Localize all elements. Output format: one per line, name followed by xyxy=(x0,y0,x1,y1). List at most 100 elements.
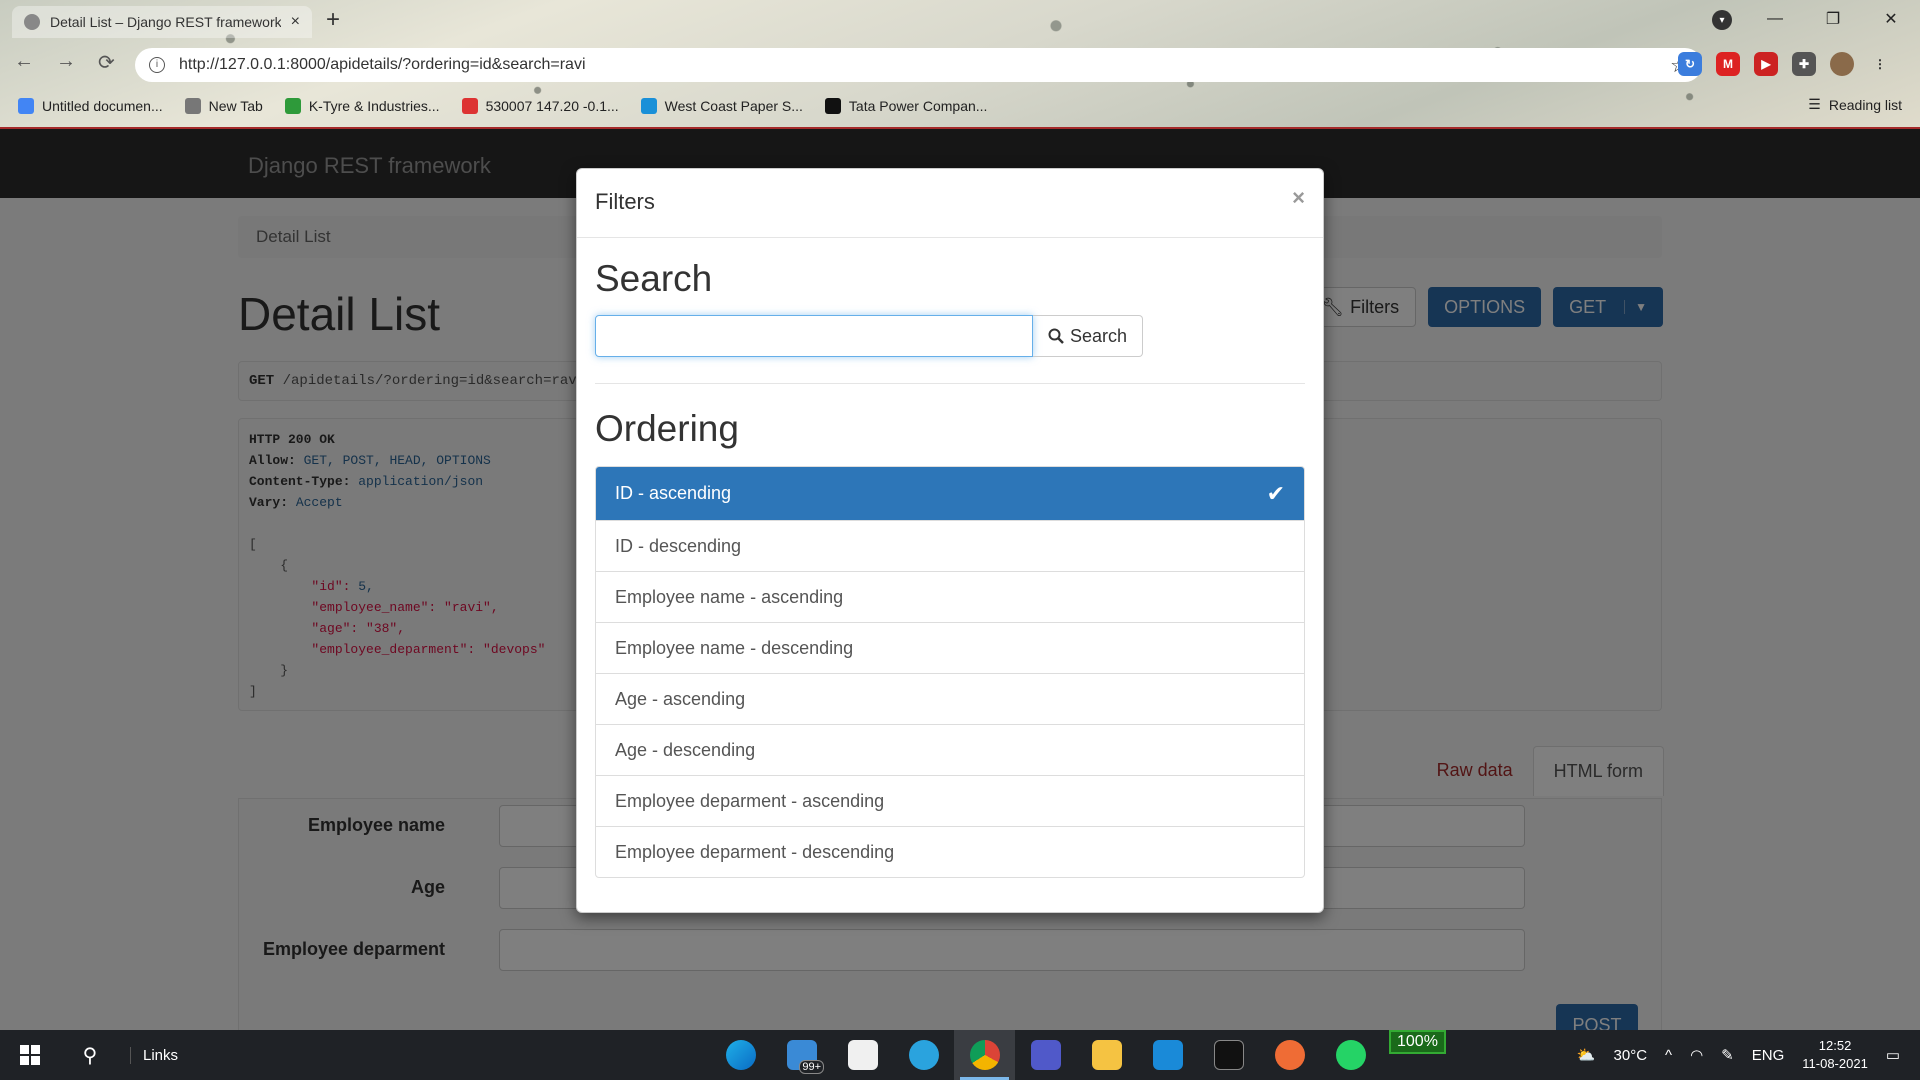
search-button-label: Search xyxy=(1069,325,1128,346)
modal-header: Filters xyxy=(577,169,1323,238)
sync-extension-icon[interactable]: ↻ xyxy=(1678,52,1702,76)
bookmark-item[interactable]: Untitled documen... xyxy=(18,98,163,114)
close-window-button[interactable]: ✕ xyxy=(1862,0,1920,38)
nav-buttons: ← → ⟳ xyxy=(14,50,115,75)
clock[interactable]: 12:52 11-08-2021 xyxy=(1802,1037,1868,1073)
mail-badge: 99+ xyxy=(799,1060,824,1074)
forward-button[interactable]: → xyxy=(56,50,76,75)
search-form: Search xyxy=(595,315,1305,357)
ordering-option-label: Age - descending xyxy=(615,739,756,760)
weather-icon[interactable]: ⛅ xyxy=(1577,1046,1596,1064)
terminal-icon[interactable] xyxy=(1198,1030,1259,1080)
bookmark-item[interactable]: West Coast Paper S... xyxy=(640,98,803,114)
network-icon[interactable]: ◠ xyxy=(1690,1046,1703,1064)
ordering-option[interactable]: Employee deparment - descending xyxy=(596,826,1304,877)
bookmark-favicon-icon xyxy=(461,98,478,114)
address-bar[interactable]: i http://127.0.0.1:8000/apidetails/?orde… xyxy=(135,48,1702,82)
new-tab-button[interactable]: + xyxy=(326,6,340,34)
ordering-option[interactable]: ID - descending xyxy=(596,520,1304,571)
bookmark-item[interactable]: 530007 147.20 -0.1... xyxy=(461,98,619,114)
vscode-icon[interactable] xyxy=(1137,1030,1198,1080)
ordering-option-label: Employee name - descending xyxy=(615,637,854,658)
search-icon xyxy=(1048,328,1064,344)
windows-taskbar: ⚲ Links 99+ 100% ⛅ 30°C ^ ◠ ✎ ENG 12:52 … xyxy=(0,1030,1920,1080)
ordering-option[interactable]: ID - ascending ✔ xyxy=(596,467,1304,520)
divider xyxy=(595,383,1305,384)
ordering-option[interactable]: Employee name - descending xyxy=(596,622,1304,673)
ordering-option-label: Employee deparment - descending xyxy=(615,841,895,862)
windows-logo-icon xyxy=(20,1045,40,1065)
chrome-icon[interactable] xyxy=(954,1030,1015,1080)
system-tray: ⛅ 30°C ^ ◠ ✎ ENG 12:52 11-08-2021 ▭ xyxy=(1577,1030,1920,1080)
reading-list-icon: ☰ xyxy=(1808,96,1821,112)
mail-icon[interactable]: 99+ xyxy=(771,1030,832,1080)
bookmark-favicon-icon xyxy=(184,98,201,114)
restore-button[interactable]: ❐ xyxy=(1804,0,1862,38)
clock-time: 12:52 xyxy=(1818,1038,1852,1053)
bookmark-label: New Tab xyxy=(208,98,263,114)
ordering-option[interactable]: Age - ascending xyxy=(596,673,1304,724)
language-indicator[interactable]: ENG xyxy=(1752,1047,1785,1064)
tab-close-icon[interactable]: × xyxy=(291,13,300,31)
whatsapp-icon[interactable] xyxy=(1320,1030,1381,1080)
menu-kebab-icon[interactable]: ⋮ xyxy=(1868,52,1892,76)
reading-list-button[interactable]: ☰ Reading list xyxy=(1808,96,1902,113)
site-info-icon[interactable]: i xyxy=(149,57,165,73)
bookmark-label: West Coast Paper S... xyxy=(664,98,803,114)
close-icon[interactable]: × xyxy=(1292,185,1305,211)
ordering-option-label: Employee name - ascending xyxy=(615,586,844,607)
teams-icon[interactable] xyxy=(1015,1030,1076,1080)
bookmark-favicon-icon xyxy=(18,98,34,114)
temperature[interactable]: 30°C xyxy=(1614,1047,1648,1064)
tab-favicon-icon xyxy=(24,14,40,30)
chevron-up-icon[interactable]: ^ xyxy=(1665,1047,1672,1064)
bookmark-favicon-icon xyxy=(284,98,301,114)
ordering-option[interactable]: Employee deparment - ascending xyxy=(596,775,1304,826)
bookmark-favicon-icon xyxy=(824,98,841,114)
ordering-option[interactable]: Age - descending xyxy=(596,724,1304,775)
modal-title: Filters xyxy=(595,189,655,214)
bookmark-item[interactable]: Tata Power Compan... xyxy=(824,98,987,114)
puzzle-extensions-icon[interactable]: ✚ xyxy=(1792,52,1816,76)
tab-search-icon[interactable]: ▾ xyxy=(1712,10,1732,30)
bookmark-label: 530007 147.20 -0.1... xyxy=(485,98,619,114)
minimize-button[interactable]: — xyxy=(1746,0,1804,38)
bookmark-label: K-Tyre & Industries... xyxy=(308,98,440,114)
bookmark-item[interactable]: K-Tyre & Industries... xyxy=(284,98,440,114)
url-text[interactable]: http://127.0.0.1:8000/apidetails/?orderi… xyxy=(179,56,586,74)
modal-body: Search Search Ordering ID - ascending ✔ ID… xyxy=(577,238,1323,896)
video-extension-icon[interactable]: ▶ xyxy=(1754,52,1778,76)
edge-icon[interactable] xyxy=(710,1030,771,1080)
postman-icon[interactable] xyxy=(1259,1030,1320,1080)
window-controls: — ❐ ✕ xyxy=(1746,0,1920,38)
file-explorer-icon[interactable] xyxy=(1076,1030,1137,1080)
store-icon[interactable] xyxy=(832,1030,893,1080)
ordering-option-label: Employee deparment - ascending xyxy=(615,790,885,811)
back-button[interactable]: ← xyxy=(14,50,34,75)
pen-icon[interactable]: ✎ xyxy=(1721,1046,1734,1064)
profile-avatar-icon[interactable] xyxy=(1830,52,1854,76)
notifications-icon[interactable]: ▭ xyxy=(1886,1046,1900,1064)
ordering-list: ID - ascending ✔ ID - descending Employee n… xyxy=(595,466,1305,878)
checkmark-icon: ✔ xyxy=(1266,480,1285,506)
reload-button[interactable]: ⟳ xyxy=(98,50,115,75)
ordering-heading: Ordering xyxy=(595,408,739,449)
extensions-bar: ↻ M ▶ ✚ ⋮ xyxy=(1678,52,1892,76)
start-button[interactable] xyxy=(0,1030,60,1080)
taskbar-apps: 99+ 100% xyxy=(710,1030,1446,1080)
search-button[interactable]: Search xyxy=(1033,315,1143,357)
browser-tab[interactable]: Detail List – Django REST framework × xyxy=(12,6,312,38)
search-icon[interactable]: ⚲ xyxy=(60,1043,120,1068)
bookmark-item[interactable]: New Tab xyxy=(184,98,263,114)
links-toolbar[interactable]: Links xyxy=(130,1046,178,1064)
tab-title: Detail List – Django REST framework xyxy=(50,14,281,30)
mail-extension-icon[interactable]: M xyxy=(1716,52,1740,76)
battery-indicator[interactable]: 100% xyxy=(1389,1030,1446,1054)
browser-chrome: Detail List – Django REST framework × + … xyxy=(0,0,1920,129)
search-input[interactable] xyxy=(595,315,1033,357)
ordering-option[interactable]: Employee name - ascending xyxy=(596,571,1304,622)
bookmark-label: Untitled documen... xyxy=(42,98,163,114)
filters-modal: Filters × Search Search Ordering ID - as… xyxy=(576,168,1324,913)
telegram-icon[interactable] xyxy=(893,1030,954,1080)
ordering-option-label: ID - ascending xyxy=(615,483,732,503)
